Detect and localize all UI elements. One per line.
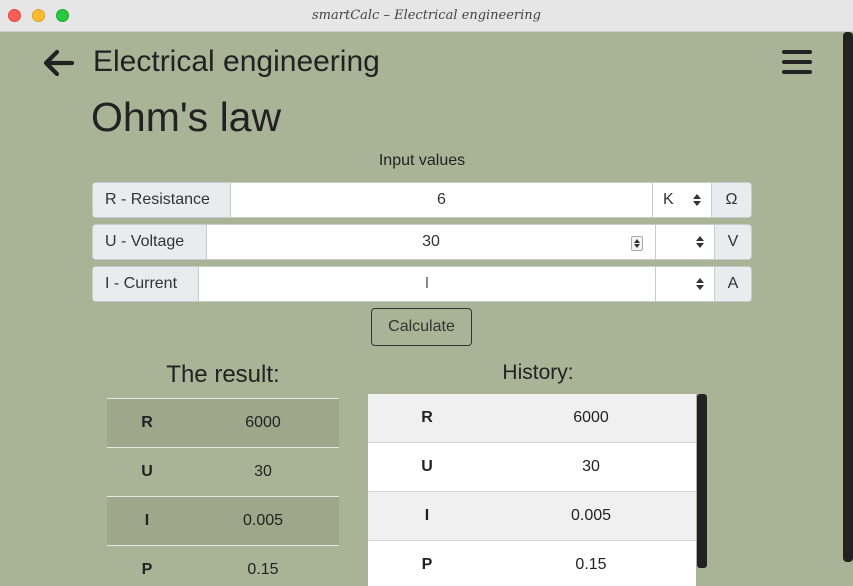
- history-row: I 0.005: [368, 492, 696, 541]
- voltage-input[interactable]: 30: [207, 225, 655, 259]
- page-scrollbar[interactable]: [843, 32, 853, 562]
- history-row: P 0.15: [368, 541, 696, 586]
- resistance-label: R - Resistance: [93, 183, 231, 217]
- arrow-left-icon: [43, 49, 75, 77]
- select-updown-icon: [696, 236, 704, 248]
- result-table: R 6000 U 30 I 0.005 P 0.15: [107, 398, 339, 586]
- hamburger-menu-icon: [782, 50, 812, 54]
- current-input[interactable]: I: [199, 267, 655, 301]
- window-titlebar: smartCalc – Electrical engineering: [0, 0, 853, 32]
- resistance-input-group: R - Resistance 6 K Ω: [92, 182, 752, 218]
- page-title: Ohm's law: [91, 94, 282, 140]
- input-values-heading: Input values: [378, 152, 466, 169]
- result-row: R 6000: [107, 399, 339, 448]
- result-row: I 0.005: [107, 497, 339, 546]
- voltage-unit: V: [714, 225, 751, 259]
- number-spinner-icon[interactable]: [631, 236, 643, 251]
- history-row: U 30: [368, 443, 696, 492]
- current-input-group: I - Current I A: [92, 266, 752, 302]
- resistance-input[interactable]: 6: [231, 183, 652, 217]
- select-updown-icon: [693, 194, 701, 206]
- voltage-label: U - Voltage: [93, 225, 207, 259]
- voltage-prefix-select[interactable]: [655, 225, 714, 259]
- select-updown-icon: [696, 278, 704, 290]
- history-row: R 6000: [368, 394, 696, 443]
- voltage-input-group: U - Voltage 30 V: [92, 224, 752, 260]
- calculate-button[interactable]: Calculate: [371, 308, 472, 346]
- hamburger-menu-button[interactable]: [782, 48, 814, 76]
- result-title: The result:: [166, 361, 280, 388]
- header-title: Electrical engineering: [93, 45, 380, 78]
- resistance-prefix-select[interactable]: K: [652, 183, 711, 217]
- history-title: History:: [502, 361, 574, 384]
- history-panel: R 6000 U 30 I 0.005 P 0.15: [368, 394, 708, 586]
- back-button[interactable]: [40, 46, 76, 80]
- current-unit: A: [714, 267, 751, 301]
- current-prefix-select[interactable]: [655, 267, 714, 301]
- result-row: U 30: [107, 448, 339, 497]
- history-scrollbar[interactable]: [697, 394, 707, 568]
- window-title: smartCalc – Electrical engineering: [312, 8, 541, 23]
- current-label: I - Current: [93, 267, 199, 301]
- result-row: P 0.15: [107, 546, 339, 586]
- resistance-unit: Ω: [711, 183, 751, 217]
- history-table: R 6000 U 30 I 0.005 P 0.15: [368, 394, 696, 586]
